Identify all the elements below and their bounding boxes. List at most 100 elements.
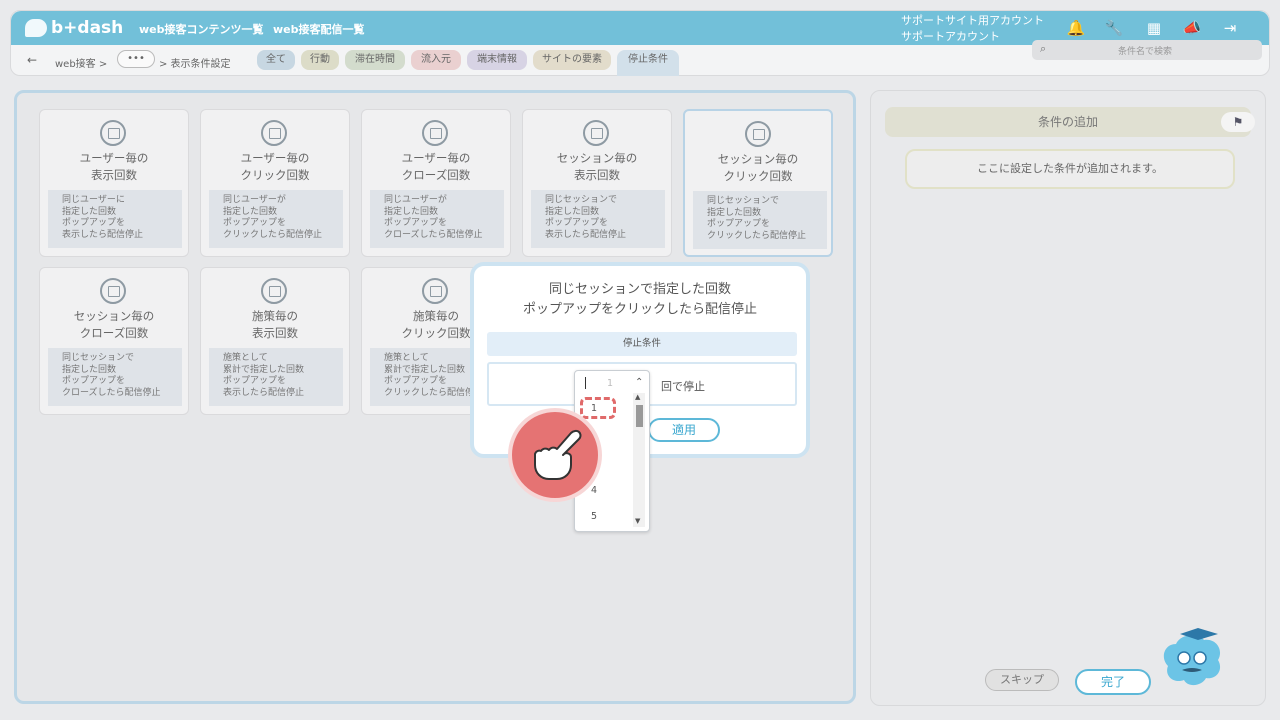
chevron-up-icon[interactable]: ⌃ xyxy=(635,377,643,388)
condition-drop-placeholder: ここに設定した条件が追加されます。 xyxy=(905,149,1235,189)
count-input[interactable]: 1 xyxy=(579,375,637,393)
desc-line: 指定した回数 xyxy=(545,206,600,217)
card-title: セッション毎の クローズ回数 xyxy=(40,308,188,342)
add-condition-title: 条件の追加 xyxy=(1037,115,1098,129)
card-session-click-count[interactable]: セッション毎の クリック回数 同じセッションで 指定した回数 ポップアップを クリックし… xyxy=(683,109,833,257)
logo-icon xyxy=(25,19,47,37)
desc-line: ポップアップを xyxy=(545,218,609,228)
account-site: サポートサイト用アカウント xyxy=(901,14,1044,27)
card-user-close-count[interactable]: ユーザー毎の クローズ回数 同じユーザーが 指定した回数 ポップアップを クローズしたら… xyxy=(361,109,511,257)
done-button[interactable]: 完了 xyxy=(1075,669,1151,695)
card-user-display-count[interactable]: ユーザー毎の 表示回数 同じユーザーに 指定した回数 ポップアップを 表示したら配信停止 xyxy=(39,109,189,257)
card-title-line: 表示回数 xyxy=(574,168,620,182)
desc-line: 施策として xyxy=(223,353,268,363)
nav-content-list[interactable]: web接客コンテンツ一覧 xyxy=(139,21,264,37)
card-title-line: セッション毎の xyxy=(717,152,799,166)
card-description: 同じセッションで 指定した回数 ポップアップを 表示したら配信停止 xyxy=(531,190,665,248)
desc-line: 同じユーザーが xyxy=(384,195,447,205)
bell-icon[interactable]: 🔔 xyxy=(1065,18,1087,38)
breadcrumb-current: > 表示条件設定 xyxy=(159,59,231,70)
scroll-up-icon[interactable]: ▲ xyxy=(635,393,640,401)
count-suffix-label: 回で停止 xyxy=(661,380,705,393)
desc-line: 同じユーザーに xyxy=(62,195,125,205)
wrench-icon[interactable]: 🔧 xyxy=(1103,18,1125,38)
card-description: 施策として 累計で指定した回数 ポップアップを 表示したら配信停止 xyxy=(209,348,343,406)
logo[interactable]: b+dash xyxy=(25,17,123,39)
card-title-line: クリック回数 xyxy=(723,169,793,183)
calendar-icon xyxy=(745,121,771,147)
search-icon: ⌕ xyxy=(1040,42,1047,55)
skip-button[interactable]: スキップ xyxy=(985,669,1059,691)
search-placeholder: 条件名で検索 xyxy=(1118,47,1173,57)
desc-line: クローズしたら配信停止 xyxy=(384,229,483,240)
breadcrumb-more-button[interactable]: ••• xyxy=(117,50,155,68)
card-title-line: クローズ回数 xyxy=(401,168,471,182)
card-user-click-count[interactable]: ユーザー毎の クリック回数 同じユーザーが 指定した回数 ポップアップを クリックしたら… xyxy=(200,109,350,257)
card-session-close-count[interactable]: セッション毎の クローズ回数 同じセッションで 指定した回数 ポップアップを クローズし… xyxy=(39,267,189,415)
search-input[interactable]: ⌕ 条件名で検索 xyxy=(1032,40,1262,60)
logo-text: b+dash xyxy=(51,18,124,38)
card-title-line: 施策毎の xyxy=(252,309,298,323)
desc-line: 指定した回数 xyxy=(707,207,762,218)
scroll-down-icon[interactable]: ▼ xyxy=(635,517,640,525)
card-title: セッション毎の クリック回数 xyxy=(685,151,831,185)
card-title-line: クローズ回数 xyxy=(79,326,149,340)
mascot-icon[interactable] xyxy=(1158,626,1228,692)
filter-device[interactable]: 端末情報 xyxy=(467,50,527,70)
card-description: 同じセッションで 指定した回数 ポップアップを クローズしたら配信停止 xyxy=(48,348,182,406)
modal-title-line2: ポップアップをクリックしたら配信停止 xyxy=(522,302,757,317)
filter-action[interactable]: 行動 xyxy=(301,50,339,70)
card-title: 施策毎の 表示回数 xyxy=(201,308,349,342)
card-title-line: ユーザー毎の xyxy=(401,151,471,165)
card-title-line: セッション毎の xyxy=(73,309,155,323)
modal-title: 同じセッションで指定した回数 ポップアップをクリックしたら配信停止 xyxy=(474,280,806,320)
count-input-placeholder: 1 xyxy=(607,378,614,389)
calendar-icon xyxy=(100,278,126,304)
logout-icon[interactable]: ⇥ xyxy=(1219,18,1241,38)
apply-button[interactable]: 適用 xyxy=(648,418,720,442)
desc-line: ポップアップを xyxy=(384,218,448,228)
card-description: 同じユーザーが 指定した回数 ポップアップを クローズしたら配信停止 xyxy=(370,190,504,248)
scroll-thumb[interactable] xyxy=(636,405,643,427)
card-description: 同じセッションで 指定した回数 ポップアップを クリックしたら配信停止 xyxy=(693,191,827,249)
desc-line: ポップアップを xyxy=(223,218,287,228)
nav-delivery-list[interactable]: web接客配信一覧 xyxy=(273,21,365,37)
filter-site-element[interactable]: サイトの要素 xyxy=(533,50,611,70)
desc-line: クリックしたら配信停止 xyxy=(707,230,807,241)
calendar-icon xyxy=(422,120,448,146)
megaphone-icon[interactable]: 📣 xyxy=(1181,18,1203,38)
filter-stay-time[interactable]: 滞在時間 xyxy=(345,50,405,70)
pointing-hand-icon xyxy=(508,408,602,502)
desc-line: 同じセッションで xyxy=(707,196,780,206)
calendar-icon xyxy=(100,120,126,146)
card-description: 同じユーザーが 指定した回数 ポップアップを クリックしたら配信停止 xyxy=(209,190,343,248)
desc-line: 指定した回数 xyxy=(384,206,439,217)
card-title: ユーザー毎の クリック回数 xyxy=(201,150,349,184)
desc-line: 累計で指定した回数 xyxy=(223,364,305,375)
option-4[interactable]: 4 xyxy=(591,485,597,496)
breadcrumb-root[interactable]: web接客 > xyxy=(55,55,107,70)
option-highlight xyxy=(580,397,616,419)
calendar-icon xyxy=(261,278,287,304)
account-info[interactable]: サポートサイト用アカウント サポートアカウント xyxy=(901,13,1044,45)
back-arrow-icon[interactable]: ← xyxy=(27,53,37,67)
filter-source[interactable]: 流入元 xyxy=(411,50,461,70)
card-title-line: セッション毎の xyxy=(556,151,638,165)
desc-line: ポップアップを xyxy=(707,219,771,229)
filter-stop-condition[interactable]: 停止条件 xyxy=(617,50,679,76)
desc-line: 指定した回数 xyxy=(223,206,278,217)
filter-all[interactable]: 全て xyxy=(257,50,295,70)
card-session-display-count[interactable]: セッション毎の 表示回数 同じセッションで 指定した回数 ポップアップを 表示したら配信… xyxy=(522,109,672,257)
dropdown-scrollbar[interactable]: ▲ ▼ xyxy=(633,393,645,527)
hand-glyph xyxy=(534,429,582,480)
card-title: セッション毎の 表示回数 xyxy=(523,150,671,184)
card-title-line: クリック回数 xyxy=(240,168,310,182)
card-title-line: 表示回数 xyxy=(252,326,298,340)
desc-line: 同じセッションで xyxy=(62,353,135,363)
beginner-mark-icon[interactable]: ⚑ xyxy=(1221,112,1255,132)
option-5[interactable]: 5 xyxy=(591,511,597,522)
calendar-icon xyxy=(422,278,448,304)
card-campaign-display-count[interactable]: 施策毎の表示回数 施策として 累計で指定した回数 ポップアップを 表示したら配信停止 xyxy=(200,267,350,415)
desc-line: 表示したら配信停止 xyxy=(223,387,305,398)
grid-icon[interactable]: ▦ xyxy=(1143,18,1165,38)
